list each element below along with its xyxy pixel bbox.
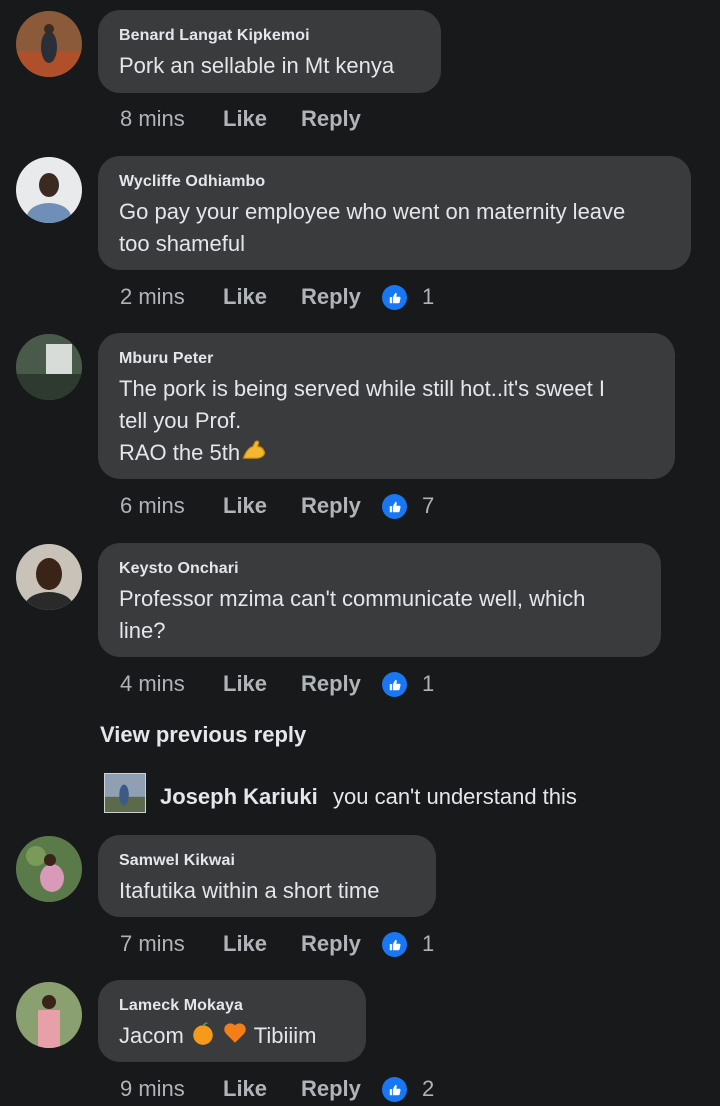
like-button[interactable]: Like xyxy=(223,1074,267,1104)
avatar-photo xyxy=(16,157,82,223)
flexed-biceps-emoji xyxy=(240,436,268,473)
reaction-count[interactable]: 7 xyxy=(422,491,434,521)
like-button[interactable]: Like xyxy=(223,491,267,521)
like-button[interactable]: Like xyxy=(223,669,267,699)
comment-text-line: tell you Prof. xyxy=(119,407,242,433)
comment-text: Professor mzima can't communicate well, … xyxy=(119,583,639,646)
avatar[interactable] xyxy=(16,334,82,400)
comment-text: The pork is being served while still hot… xyxy=(119,373,653,473)
comment-bubble: Lameck Mokaya Jacom Tibiiim xyxy=(98,980,366,1062)
comment-text: Jacom Tibiiim xyxy=(119,1020,344,1055)
reply-button[interactable]: Reply xyxy=(301,104,361,134)
avatar-photo xyxy=(16,982,82,1048)
reaction-count[interactable]: 2 xyxy=(422,1074,434,1104)
comment-text-line: The pork is being served while still hot… xyxy=(119,376,605,401)
like-reaction-icon[interactable] xyxy=(382,932,407,957)
like-button[interactable]: Like xyxy=(223,929,267,959)
like-button[interactable]: Like xyxy=(223,104,267,134)
avatar[interactable] xyxy=(16,544,82,610)
orange-heart-emoji xyxy=(222,1020,248,1055)
comment-timestamp[interactable]: 8 mins xyxy=(120,104,185,134)
comment-text-line: Go pay your employee who went on materni… xyxy=(119,199,626,224)
comment-timestamp[interactable]: 2 mins xyxy=(120,282,185,312)
avatar[interactable] xyxy=(16,157,82,223)
view-previous-reply-link[interactable]: View previous reply xyxy=(100,722,306,748)
avatar-photo xyxy=(16,544,82,610)
reaction-count[interactable]: 1 xyxy=(422,929,434,959)
avatar-photo xyxy=(16,334,82,400)
comment-timestamp[interactable]: 4 mins xyxy=(120,669,185,699)
comment-author[interactable]: Keysto Onchari xyxy=(119,558,639,580)
comment-author[interactable]: Mburu Peter xyxy=(119,348,653,370)
reply-button[interactable]: Reply xyxy=(301,669,361,699)
comment-text-line: RAO the 5th xyxy=(119,436,653,473)
comment-text-segment: RAO the 5th xyxy=(119,440,241,466)
comment-author[interactable]: Lameck Mokaya xyxy=(119,995,344,1017)
avatar[interactable] xyxy=(16,836,82,902)
avatar[interactable] xyxy=(16,982,82,1048)
comment-bubble: Keysto Onchari Professor mzima can't com… xyxy=(98,543,661,657)
comment-bubble: Wycliffe Odhiambo Go pay your employee w… xyxy=(98,156,691,270)
reply-button[interactable]: Reply xyxy=(301,282,361,312)
comment-author[interactable]: Wycliffe Odhiambo xyxy=(119,171,669,193)
comment-timestamp[interactable]: 9 mins xyxy=(120,1074,185,1104)
like-button[interactable]: Like xyxy=(223,282,267,312)
comment-text-line: line? xyxy=(119,617,166,643)
like-reaction-icon[interactable] xyxy=(382,1077,407,1102)
reply-button[interactable]: Reply xyxy=(301,491,361,521)
reaction-count[interactable]: 1 xyxy=(422,669,434,699)
nested-reply-text: you can't understand this xyxy=(333,784,577,809)
comment-text-segment: Tibiiim xyxy=(253,1023,317,1049)
comment-author[interactable]: Benard Langat Kipkemoi xyxy=(119,25,419,47)
comment-text: Pork an sellable in Mt kenya xyxy=(119,53,395,78)
comment-text: Go pay your employee who went on materni… xyxy=(119,196,669,259)
reaction-count[interactable]: 1 xyxy=(422,282,434,312)
comment-text-segment: Jacom xyxy=(119,1023,184,1049)
comment-bubble: Benard Langat Kipkemoi Pork an sellable … xyxy=(98,10,441,93)
comment-bubble: Mburu Peter The pork is being served whi… xyxy=(98,333,675,479)
like-reaction-icon[interactable] xyxy=(382,672,407,697)
comment-timestamp[interactable]: 6 mins xyxy=(120,491,185,521)
comment-text-line: Professor mzima can't communicate well, … xyxy=(119,586,586,611)
avatar[interactable] xyxy=(104,773,146,813)
comment-timestamp[interactable]: 7 mins xyxy=(120,929,185,959)
like-reaction-icon[interactable] xyxy=(382,494,407,519)
avatar[interactable] xyxy=(16,11,82,77)
reply-button[interactable]: Reply xyxy=(301,929,361,959)
avatar-photo xyxy=(16,836,82,902)
nested-reply-author[interactable]: Joseph Kariuki xyxy=(160,784,318,810)
nested-reply[interactable]: Joseph Kariuki you can't understand this xyxy=(104,773,704,813)
reply-button[interactable]: Reply xyxy=(301,1074,361,1104)
like-reaction-icon[interactable] xyxy=(382,285,407,310)
comment-bubble: Samwel Kikwai Itafutika within a short t… xyxy=(98,835,436,917)
avatar-photo xyxy=(16,11,82,77)
comment-author[interactable]: Samwel Kikwai xyxy=(119,850,414,872)
comment-text: Itafutika within a short time xyxy=(119,878,380,903)
avatar-photo xyxy=(105,774,145,812)
comment-text-line: too shameful xyxy=(119,230,245,256)
tangerine-emoji xyxy=(190,1020,216,1055)
